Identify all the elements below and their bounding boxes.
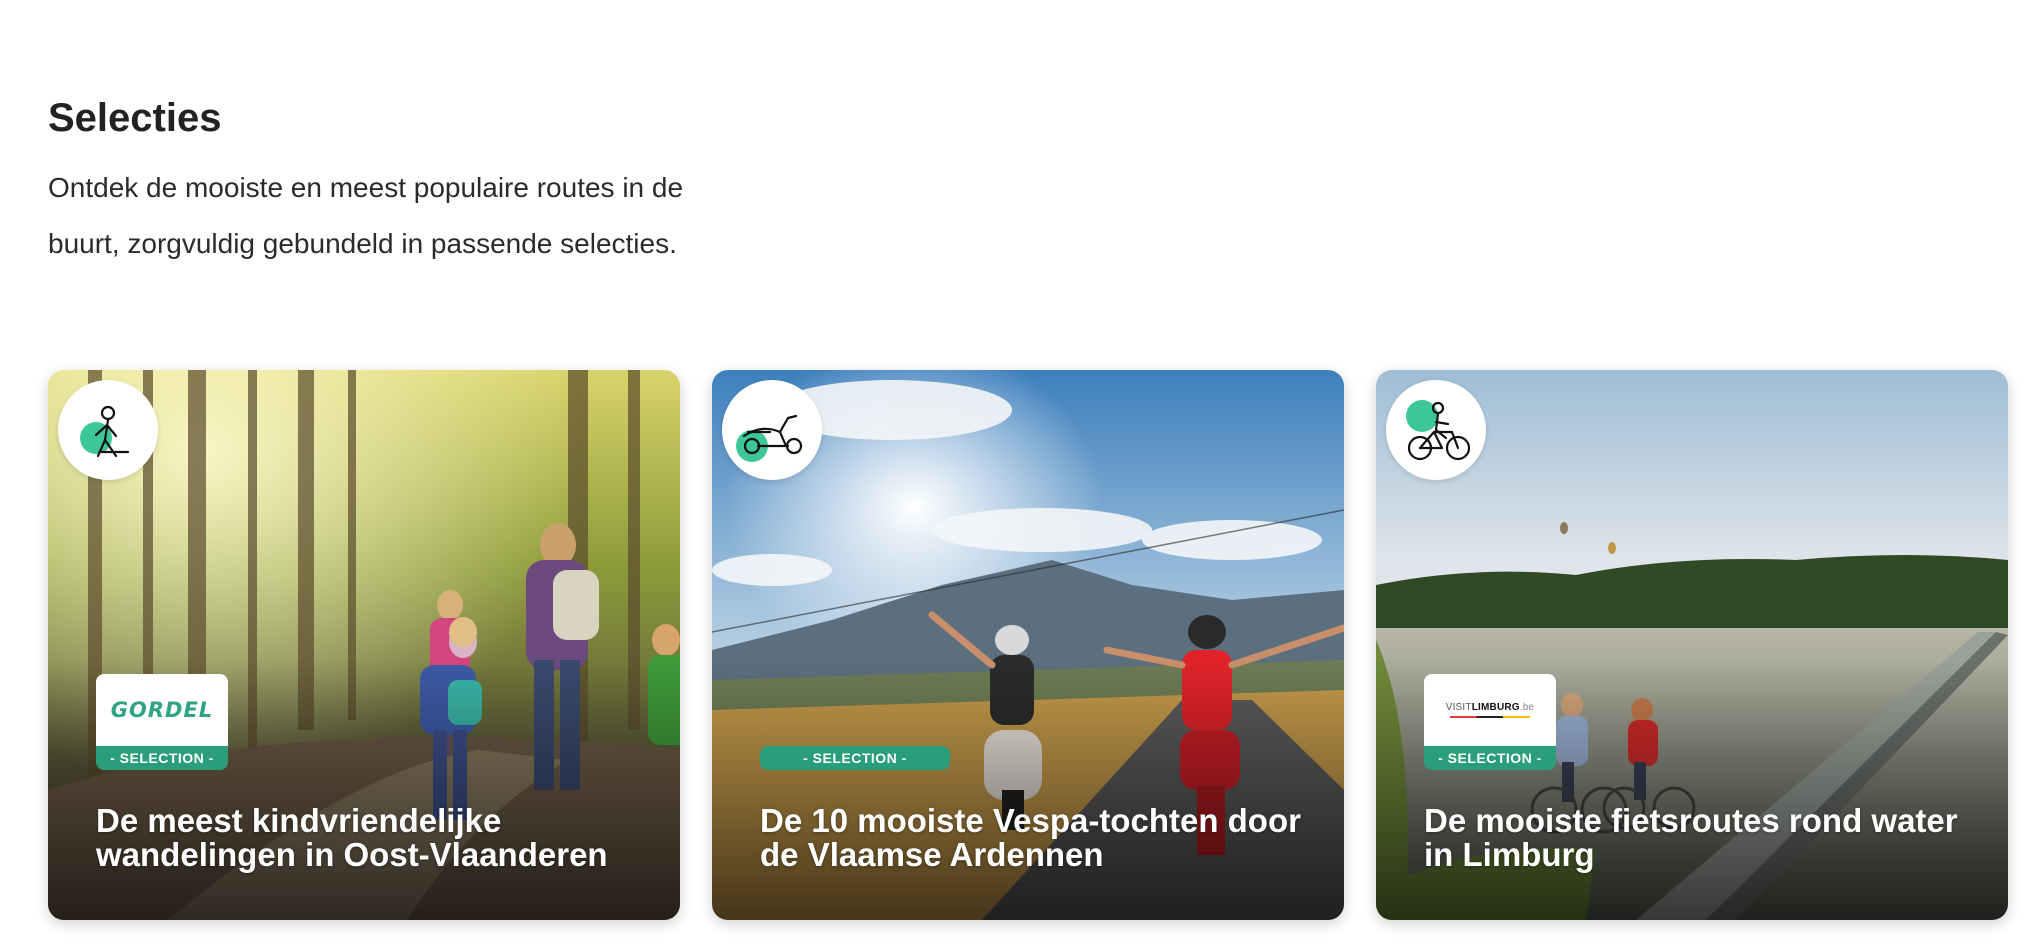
card-title[interactable]: De 10 mooiste Vespa-tochten door de Vlaa… bbox=[760, 804, 1320, 872]
walking-icon bbox=[80, 405, 130, 458]
selection-cards: GORDEL - SELECTION - De meest kindvriend… bbox=[48, 370, 2008, 920]
card-title[interactable]: De meest kindvriendelijke wandelingen in… bbox=[96, 804, 656, 872]
selection-tag: - SELECTION - bbox=[760, 746, 950, 770]
logo-suffix: .be bbox=[1519, 702, 1535, 713]
section-description: Ontdek de mooiste en meest populaire rou… bbox=[48, 172, 684, 259]
selection-tag: - SELECTION - bbox=[96, 746, 228, 770]
activity-badge bbox=[722, 380, 822, 480]
activity-badge bbox=[58, 380, 158, 480]
selection-tag: - SELECTION - bbox=[1424, 746, 1556, 770]
section-title: Selecties bbox=[48, 96, 222, 140]
selection-card[interactable]: - SELECTION - De 10 mooiste Vespa-tochte… bbox=[712, 370, 1344, 920]
partner-logo-gordel: GORDEL bbox=[96, 674, 228, 746]
partner-logo-visit-limburg: VISITLIMBURG.be bbox=[1424, 674, 1556, 746]
scooter-icon bbox=[736, 414, 803, 462]
card-title[interactable]: De mooiste fietsroutes rond water in Lim… bbox=[1424, 804, 1984, 872]
bicycle-icon bbox=[1406, 400, 1471, 461]
logo-name: LIMBURG bbox=[1471, 702, 1520, 713]
logo-prefix: VISIT bbox=[1445, 702, 1472, 713]
selection-card[interactable]: GORDEL - SELECTION - De meest kindvriend… bbox=[48, 370, 680, 920]
partner-logo-text: GORDEL bbox=[110, 698, 214, 722]
activity-badge bbox=[1386, 380, 1486, 480]
selection-card[interactable]: VISITLIMBURG.be - SELECTION - De mooiste… bbox=[1376, 370, 2008, 920]
